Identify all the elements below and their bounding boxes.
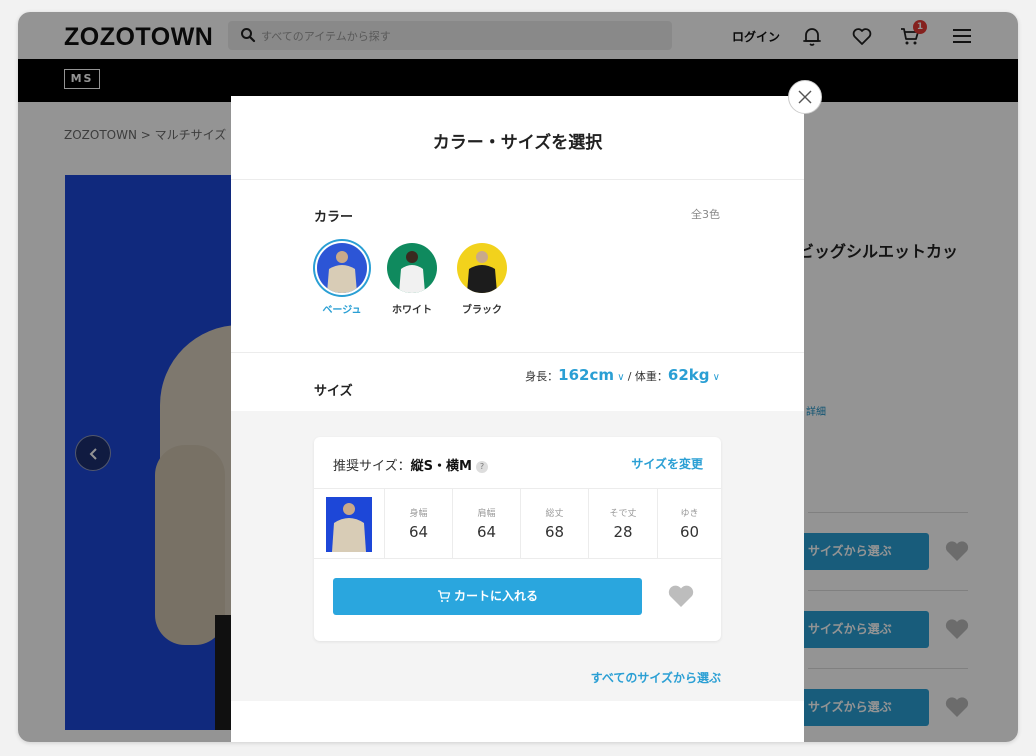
- black-shirt-thumbnail: [457, 243, 507, 293]
- white-shirt-thumbnail: [387, 243, 437, 293]
- color-swatch-white[interactable]: [387, 243, 437, 293]
- add-to-cart-label: カートに入れる: [453, 589, 538, 603]
- product-thumbnail: [326, 497, 372, 552]
- color-name-beige[interactable]: ベージュ: [307, 301, 377, 316]
- height-label: 身長：: [525, 370, 559, 383]
- body-profile: 身長：162cm ∨ / 体重：62kg ∨: [525, 366, 720, 384]
- change-size-link[interactable]: サイズを変更: [631, 455, 703, 472]
- weight-select[interactable]: 62kg: [668, 366, 710, 384]
- measurement-shoulder: 肩幅 64: [452, 489, 520, 558]
- measurement-yuki: ゆき 60: [657, 489, 721, 558]
- color-swatch-beige[interactable]: [317, 243, 367, 293]
- height-select[interactable]: 162cm: [558, 366, 614, 384]
- recommend-size-value: 縦S・横M: [410, 459, 472, 474]
- chevron-down-icon[interactable]: ∨: [614, 372, 628, 383]
- cart-icon: [437, 590, 451, 602]
- divider: [231, 352, 804, 353]
- color-name-white[interactable]: ホワイト: [377, 301, 447, 316]
- help-icon[interactable]: ?: [475, 461, 488, 473]
- beige-shirt-thumbnail: [317, 243, 367, 293]
- recommend-prefix: 推奨サイズ：: [333, 459, 411, 474]
- recommended-size: 推奨サイズ：縦S・横M?: [333, 455, 488, 474]
- browser-frame: ZOZOTOWN すべてのアイテムから探す ログイン 1 MS ZOZOTOWN…: [18, 12, 1018, 742]
- size-label: サイズ: [314, 384, 353, 399]
- color-size-modal: カラー・サイズを選択 カラー 全3色 ベージュ ホワイト ブラック サイズ 身長…: [231, 96, 804, 742]
- close-button[interactable]: [788, 80, 822, 114]
- recommended-size-card: 推奨サイズ：縦S・横M? サイズを変更 身幅 64 肩幅 64 総丈 68 そで…: [314, 437, 721, 641]
- all-sizes-link[interactable]: すべてのサイズから選ぶ: [591, 669, 721, 686]
- measurement-width: 身幅 64: [384, 489, 452, 558]
- add-to-cart-button[interactable]: カートに入れる: [333, 578, 642, 615]
- color-swatch-black[interactable]: [457, 243, 507, 293]
- measurement-length: 総丈 68: [520, 489, 588, 558]
- favorite-heart-icon[interactable]: [667, 583, 695, 609]
- modal-title: カラー・サイズを選択: [432, 133, 603, 153]
- close-icon: [798, 90, 812, 104]
- color-name-black[interactable]: ブラック: [447, 301, 517, 316]
- measurement-sleeve: そで丈 28: [588, 489, 657, 558]
- divider: [231, 179, 804, 180]
- color-label: カラー: [314, 210, 354, 225]
- measurement-table: 身幅 64 肩幅 64 総丈 68 そで丈 28 ゆき 60: [314, 488, 721, 559]
- chevron-down-icon[interactable]: ∨: [710, 372, 720, 383]
- weight-label: / 体重：: [627, 370, 668, 383]
- color-count: 全3色: [691, 208, 720, 221]
